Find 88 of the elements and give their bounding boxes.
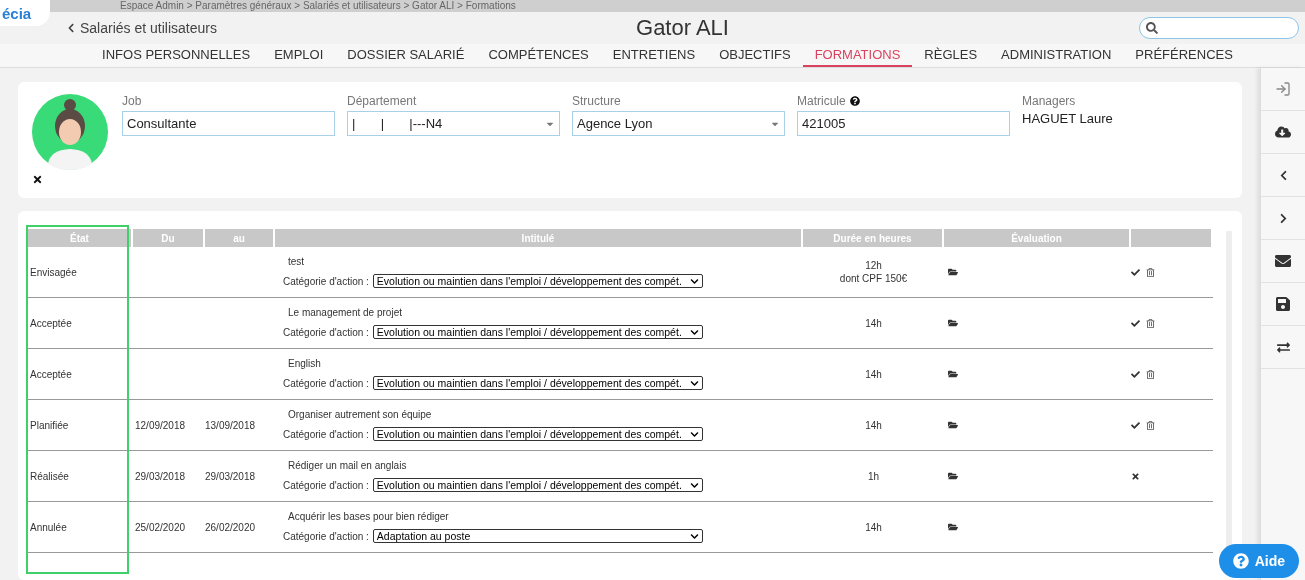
table-cell: Planifiée xyxy=(28,400,133,451)
tab[interactable]: ENTRETIENS xyxy=(600,44,708,67)
tab[interactable]: FORMATIONS xyxy=(802,44,913,67)
category-select[interactable]: Adaptation au poste xyxy=(372,529,703,543)
category-label: Catégorie d'action : xyxy=(283,428,369,440)
chevron-down-icon xyxy=(689,531,699,541)
training-title: Acquérir les bases pour bien rédiger xyxy=(287,511,450,522)
table-cell: 29/03/2018 xyxy=(133,451,205,502)
check-icon[interactable] xyxy=(1131,318,1140,328)
table-cell: Acceptée xyxy=(28,349,133,400)
chevron-left-icon xyxy=(66,23,76,33)
category-select[interactable]: Evolution ou maintien dans l'emploi / développement des compét. xyxy=(372,427,703,441)
category-select[interactable]: Evolution ou maintien dans l'emploi / développement des compét. xyxy=(372,325,703,339)
category-select[interactable]: Evolution ou maintien dans l'emploi / développement des compét. xyxy=(372,376,703,390)
chevron-down-icon xyxy=(689,378,699,388)
table-cell: 13/09/2018 xyxy=(205,400,275,451)
search-icon xyxy=(1146,22,1158,34)
duration: 14h xyxy=(865,368,882,380)
chevron-down-icon xyxy=(689,480,699,490)
field-label: Département xyxy=(347,94,418,108)
check-icon[interactable] xyxy=(1131,369,1140,379)
tab[interactable]: EMPLOI xyxy=(262,44,336,67)
category-select[interactable]: Evolution ou maintien dans l'emploi / développement des compét. xyxy=(372,274,703,288)
select-field[interactable]: Agence Lyon xyxy=(572,111,785,136)
page-title: Gator ALI xyxy=(636,15,729,41)
input-field[interactable]: Consultante xyxy=(122,111,335,136)
tab[interactable]: RÈGLES xyxy=(912,44,990,67)
search-field[interactable] xyxy=(1139,17,1299,39)
tab[interactable]: DOSSIER SALARIÉ xyxy=(335,44,477,67)
training-title: Le management de projet xyxy=(287,307,403,318)
field-label: Job xyxy=(122,94,143,108)
category-select[interactable]: Evolution ou maintien dans l'emploi / développement des compét. xyxy=(372,478,703,492)
training-title: English xyxy=(287,358,322,369)
logo: écia xyxy=(0,0,50,26)
field-label: Matricule xyxy=(797,94,1010,108)
chevron-down-icon xyxy=(689,429,699,439)
trash-icon[interactable] xyxy=(1146,420,1155,430)
table-cell: 12/09/2018 xyxy=(133,400,205,451)
tab[interactable]: ADMINISTRATION xyxy=(989,44,1124,67)
category-label: Catégorie d'action : xyxy=(283,326,369,338)
table-cell: Annulée xyxy=(28,502,133,553)
folder-icon[interactable] xyxy=(948,522,958,532)
select-field[interactable]: | | |---N4 xyxy=(347,111,560,136)
training-title: test xyxy=(287,256,306,267)
duration: 12h xyxy=(865,260,882,271)
duration: 1h xyxy=(867,470,880,482)
tab[interactable]: PRÉFÉRENCES xyxy=(1123,44,1245,67)
help-icon[interactable] xyxy=(849,96,860,106)
duration-note: dont CPF 150€ xyxy=(839,273,908,284)
folder-icon[interactable] xyxy=(948,471,958,481)
table-cell: 25/02/2020 xyxy=(133,502,205,553)
duration: 14h xyxy=(865,521,882,533)
folder-icon[interactable] xyxy=(948,369,958,379)
duration: 14h xyxy=(865,317,882,329)
field-label: Managers xyxy=(1022,94,1077,108)
close-icon[interactable] xyxy=(1131,471,1140,481)
input-field[interactable]: 421005 xyxy=(797,111,1010,136)
help-icon xyxy=(1232,553,1249,569)
tab[interactable]: OBJECTIFS xyxy=(707,44,803,67)
folder-icon[interactable] xyxy=(948,318,958,328)
folder-icon[interactable] xyxy=(948,267,958,277)
breadcrumb: Espace Admin > Paramètres généraux > Salariés et utilisateurs > Gator ALI > Formations xyxy=(120,0,516,12)
duration: 14h xyxy=(865,419,882,431)
check-icon[interactable] xyxy=(1131,420,1140,430)
tab[interactable]: COMPÉTENCES xyxy=(476,44,601,67)
table-cell: 26/02/2020 xyxy=(205,502,275,553)
table-cell: Envisagée xyxy=(28,247,133,298)
trash-icon[interactable] xyxy=(1146,267,1155,277)
back-link[interactable]: Salariés et utilisateurs xyxy=(66,20,636,36)
chevron-down-icon xyxy=(689,276,699,286)
folder-icon[interactable] xyxy=(948,420,958,430)
table-cell: 29/03/2018 xyxy=(205,451,275,502)
chevron-down-icon xyxy=(689,327,699,337)
trash-icon[interactable] xyxy=(1146,318,1155,328)
training-title: Organiser autrement son équipe xyxy=(287,409,433,420)
check-icon[interactable] xyxy=(1131,267,1140,277)
training-title: Rédiger un mail en anglais xyxy=(287,460,408,471)
field-label: Structure xyxy=(572,94,622,108)
category-label: Catégorie d'action : xyxy=(283,530,369,542)
category-label: Catégorie d'action : xyxy=(283,377,369,389)
table-cell: Acceptée xyxy=(28,298,133,349)
category-label: Catégorie d'action : xyxy=(283,479,369,491)
tab[interactable]: INFOS PERSONNELLES xyxy=(90,44,263,67)
close-icon[interactable] xyxy=(32,174,43,185)
table-cell: Réalisée xyxy=(28,451,133,502)
category-label: Catégorie d'action : xyxy=(283,275,369,287)
trash-icon[interactable] xyxy=(1146,369,1155,379)
manager-name: HAGUET Laure xyxy=(1022,111,1114,126)
